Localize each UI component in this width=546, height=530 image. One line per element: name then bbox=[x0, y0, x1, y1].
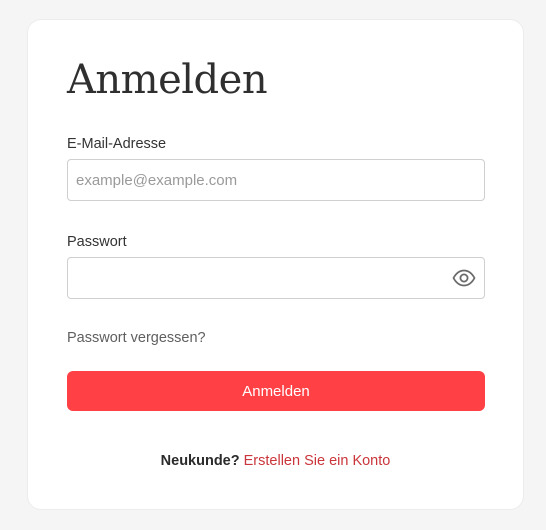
login-button[interactable]: Anmelden bbox=[67, 371, 485, 411]
password-field-wrapper bbox=[67, 257, 485, 299]
password-field[interactable] bbox=[68, 258, 484, 298]
signup-question: Neukunde? bbox=[160, 453, 240, 469]
login-card: Anmelden E-Mail-Adresse Passwort Passwor… bbox=[27, 19, 524, 510]
page-title: Anmelden bbox=[67, 57, 268, 103]
signup-prompt: Neukunde? Erstellen Sie ein Konto bbox=[28, 454, 523, 469]
email-field[interactable] bbox=[68, 160, 484, 200]
create-account-link[interactable]: Erstellen Sie ein Konto bbox=[244, 453, 391, 469]
forgot-password-link[interactable]: Passwort vergessen? bbox=[67, 331, 206, 346]
password-label: Passwort bbox=[67, 234, 127, 250]
eye-icon[interactable] bbox=[452, 268, 476, 288]
email-field-wrapper bbox=[67, 159, 485, 201]
email-label: E-Mail-Adresse bbox=[67, 136, 167, 152]
